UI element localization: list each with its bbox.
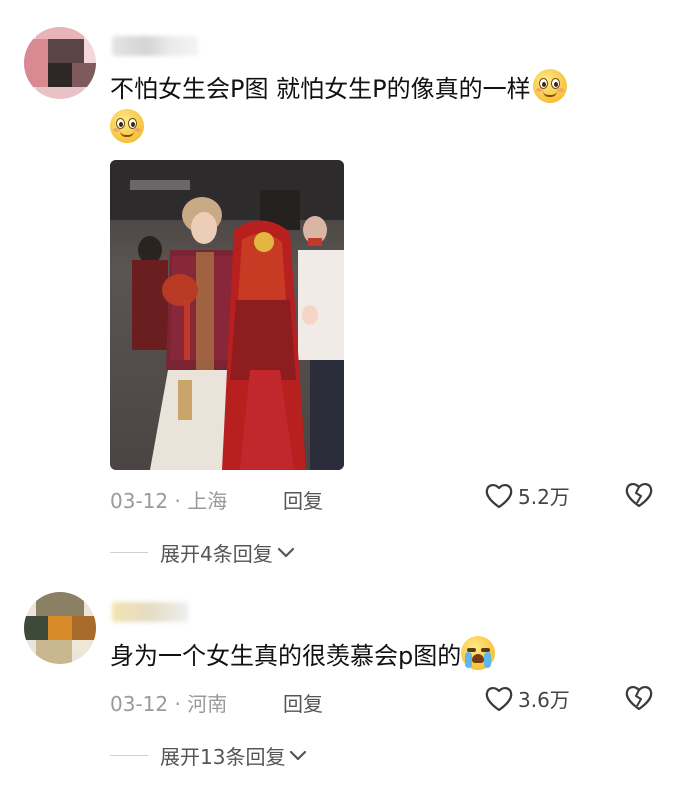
- dislike-button[interactable]: [624, 481, 654, 513]
- comment-text: 不怕女生会P图 就怕女生P的像真的一样: [110, 68, 567, 110]
- avatar[interactable]: [24, 27, 96, 99]
- divider-line: [110, 552, 148, 553]
- reply-button[interactable]: 回复: [283, 485, 323, 514]
- comment-item: 身为一个女生真的很羡慕会p图的 03-12 · 河南 回复 3.6万 展开13条…: [0, 575, 690, 785]
- like-button[interactable]: 5.2万: [484, 481, 570, 510]
- chevron-down-icon: [277, 547, 294, 557]
- comment-image[interactable]: [110, 160, 344, 470]
- separator: ·: [174, 692, 181, 716]
- divider-line: [110, 755, 148, 756]
- smile-emoji-icon: [110, 109, 144, 143]
- crying-emoji-icon: [461, 636, 496, 670]
- comment-date: 03-12: [110, 692, 169, 716]
- username[interactable]: [112, 36, 198, 56]
- dislike-button[interactable]: [624, 684, 654, 716]
- expand-replies-label: 展开13条回复: [160, 745, 286, 769]
- comment-location: 上海: [187, 489, 228, 513]
- like-count: 5.2万: [518, 485, 570, 509]
- comment-text: 身为一个女生真的很羡慕会p图的: [110, 635, 496, 677]
- like-button[interactable]: 3.6万: [484, 684, 570, 713]
- separator: ·: [174, 489, 181, 513]
- comment-text-continued: [110, 108, 144, 150]
- wedding-photo: [110, 160, 344, 470]
- reply-button[interactable]: 回复: [283, 688, 323, 717]
- broken-heart-icon: [625, 686, 653, 711]
- broken-heart-icon: [625, 483, 653, 508]
- expand-replies-button[interactable]: 展开13条回复: [110, 741, 307, 770]
- comment-item: 不怕女生会P图 就怕女生P的像真的一样 03-12 · 上海 回复 5.2万 展…: [0, 0, 690, 575]
- comment-meta: 03-12 · 上海: [110, 485, 227, 514]
- heart-outline-icon: [485, 686, 513, 711]
- comment-date: 03-12: [110, 489, 169, 513]
- expand-replies-label: 展开4条回复: [160, 542, 273, 566]
- chevron-down-icon: [290, 750, 307, 760]
- avatar[interactable]: [24, 592, 96, 664]
- comment-meta: 03-12 · 河南: [110, 688, 227, 717]
- comment-location: 河南: [187, 692, 228, 716]
- username[interactable]: [112, 602, 188, 622]
- like-count: 3.6万: [518, 688, 570, 712]
- smile-emoji-icon: [532, 69, 567, 103]
- heart-outline-icon: [485, 483, 513, 508]
- expand-replies-button[interactable]: 展开4条回复: [110, 538, 295, 567]
